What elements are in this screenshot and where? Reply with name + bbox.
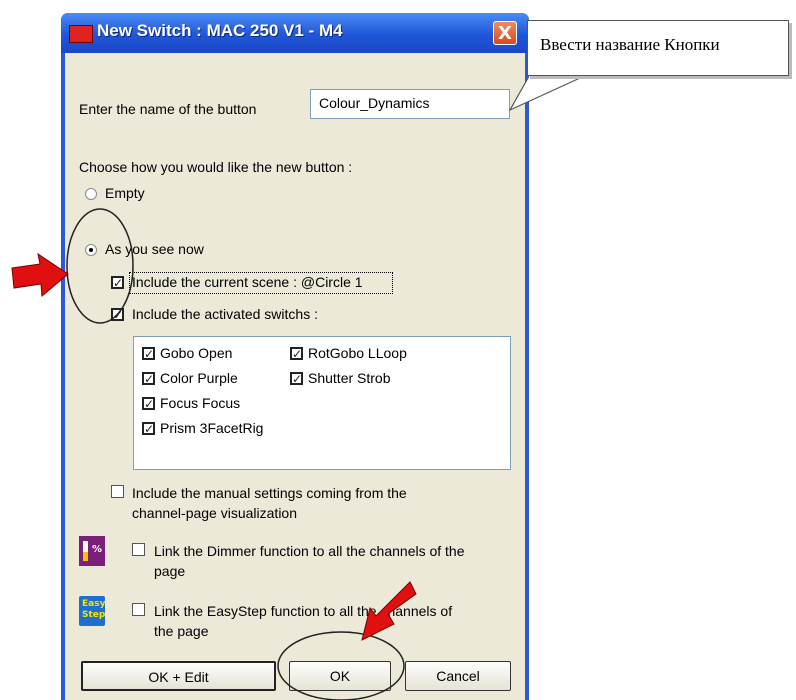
switch-checkbox[interactable]: ✓ (290, 372, 303, 385)
button-name-value: Colour_Dynamics (319, 95, 430, 111)
include-switchs-label: Include the activated switchs : (132, 306, 318, 322)
activated-switch-list[interactable]: ✓ Gobo Open ✓ Color Purple ✓ Focus Focus… (133, 336, 511, 470)
radio-as-you-see-now-label: As you see now (105, 241, 204, 257)
manual-settings-label-line2: channel-page visualization (132, 505, 297, 521)
window-title: New Switch : MAC 250 V1 - M4 (97, 21, 343, 40)
easystep-link-label-line2: the page (154, 623, 209, 639)
switch-checkbox[interactable]: ✓ (142, 422, 155, 435)
switch-checkbox[interactable]: ✓ (142, 397, 155, 410)
include-scene-checkbox[interactable]: ✓ (111, 276, 124, 289)
easystep-link-checkbox[interactable] (132, 603, 145, 616)
red-arrow-right-icon (11, 252, 69, 298)
app-icon (69, 25, 93, 43)
dialog-body: Enter the name of the button Colour_Dyna… (65, 53, 525, 700)
include-switchs-checkbox[interactable]: ✓ (111, 308, 124, 321)
dimmer-link-label-line2: page (154, 563, 186, 579)
list-item: Focus Focus (160, 395, 241, 411)
list-item: Prism 3FacetRig (160, 420, 264, 436)
radio-as-you-see-now[interactable] (85, 244, 97, 256)
dimmer-icon: % (79, 536, 105, 566)
callout-text: Ввести название Кнопки (540, 35, 720, 54)
name-label: Enter the name of the button (79, 101, 257, 117)
list-item: RotGobo LLoop (308, 345, 407, 361)
title-bar[interactable]: New Switch : MAC 250 V1 - M4 X (61, 13, 529, 53)
manual-settings-checkbox[interactable] (111, 485, 124, 498)
list-item: Shutter Strob (308, 370, 391, 386)
cancel-button[interactable]: Cancel (405, 661, 511, 691)
ok-edit-button[interactable]: OK + Edit (81, 661, 276, 691)
ok-button[interactable]: OK (289, 661, 391, 691)
list-item: Gobo Open (160, 345, 233, 361)
switch-checkbox[interactable]: ✓ (290, 347, 303, 360)
dimmer-link-checkbox[interactable] (132, 543, 145, 556)
dimmer-link-label-line1: Link the Dimmer function to all the chan… (154, 543, 465, 559)
dialog-window: New Switch : MAC 250 V1 - M4 X Enter the… (61, 13, 529, 700)
radio-empty-label: Empty (105, 185, 145, 201)
easystep-icon: Easy Step (79, 596, 105, 626)
choose-label: Choose how you would like the new button… (79, 159, 353, 175)
radio-empty[interactable] (85, 188, 97, 200)
list-item: Color Purple (160, 370, 238, 386)
red-arrow-down-icon (361, 581, 417, 641)
annotation-callout: Ввести название Кнопки (527, 20, 789, 76)
manual-settings-label-line1: Include the manual settings coming from … (132, 485, 407, 501)
button-name-input[interactable]: Colour_Dynamics (310, 89, 510, 119)
switch-checkbox[interactable]: ✓ (142, 347, 155, 360)
switch-checkbox[interactable]: ✓ (142, 372, 155, 385)
include-scene-label: Include the current scene : @Circle 1 (132, 274, 363, 290)
